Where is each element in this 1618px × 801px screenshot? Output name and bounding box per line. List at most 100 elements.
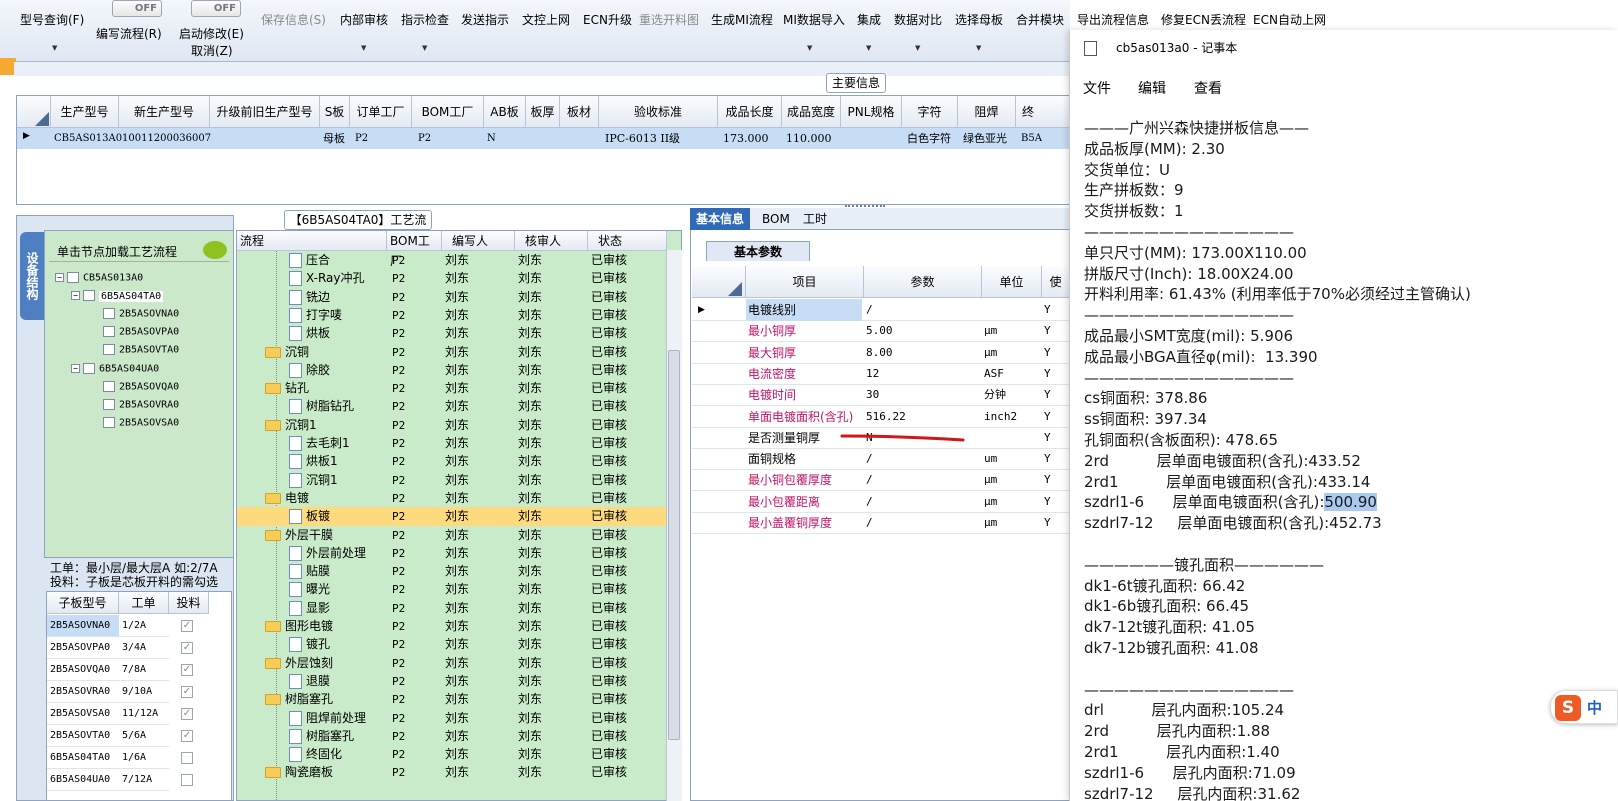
process-row[interactable]: 去毛刺1 P2 刘东 刘东 已审核	[237, 434, 681, 453]
col-thickness[interactable]: 板厚	[526, 96, 560, 128]
sub-row-order[interactable]: 1/2A	[119, 615, 169, 637]
notepad-text-area[interactable]: ———广州兴森快捷拼板信息—— 成品板厚(MM): 2.30 交货单位：U 生产…	[1084, 118, 1471, 801]
tree-node[interactable]: 2B5ASOVTA0	[103, 344, 179, 356]
process-row[interactable]: 树脂塞孔 P2 刘东 刘东 已审核	[237, 727, 681, 746]
tree-node[interactable]: −6B5AS04TA0	[71, 290, 164, 302]
ecn-auto-online-button[interactable]: ECN自动上网	[1253, 11, 1326, 28]
sub-row-model[interactable]: 2B5ASOVPA0	[47, 637, 119, 659]
param-row[interactable]: 最大铜厚 8.00 μm Y	[692, 342, 1070, 364]
chevron-down-icon[interactable]: ▼	[52, 44, 57, 52]
generate-mi-flow-button[interactable]: 生成MI流程	[711, 11, 773, 28]
process-row[interactable]: 烘板 P2 刘东 刘东 已审核	[237, 324, 681, 343]
tree-node[interactable]: − CB5AS013A0	[55, 272, 143, 284]
param-value[interactable]: N	[864, 427, 980, 449]
internal-review-button[interactable]: 内部审核	[340, 11, 388, 28]
col-item[interactable]: 项目	[746, 266, 864, 298]
process-row[interactable]: 电镀 P2 刘东 刘东 已审核	[237, 489, 681, 508]
param-value[interactable]: 12	[864, 363, 980, 385]
sub-row-order[interactable]: 5/6A	[119, 725, 169, 747]
fix-ecn-flow-button[interactable]: 修复ECN丢流程	[1161, 11, 1246, 28]
doc-control-online-button[interactable]: 文控上网	[522, 11, 570, 28]
param-value[interactable]: 30	[864, 384, 980, 406]
param-value[interactable]: /	[864, 299, 980, 321]
send-instruction-button[interactable]: 发送指示	[461, 11, 509, 28]
process-row[interactable]: 外层干膜 P2 刘东 刘东 已审核	[237, 526, 681, 545]
process-row[interactable]: 钻孔 P2 刘东 刘东 已审核	[237, 379, 681, 398]
param-row[interactable]: 最小铜包覆厚度 / μm Y	[692, 469, 1070, 492]
col-new-model[interactable]: 新生产型号	[119, 96, 210, 128]
tree-node[interactable]: 2B5ASOVPA0	[103, 326, 179, 338]
process-row[interactable]: 沉铜1 P2 刘东 刘东 已审核	[237, 471, 681, 490]
col-solder-mask[interactable]: 阻焊	[958, 96, 1016, 128]
param-row[interactable]: 电镀时间 30 分钟 Y	[692, 384, 1070, 407]
process-row[interactable]: 外层蚀刻 P2 刘东 刘东 已审核	[237, 654, 681, 673]
col-use[interactable]: 使	[1042, 266, 1070, 298]
process-row[interactable]: 阻焊前处理 P2 刘东 刘东 已审核	[237, 709, 681, 728]
param-row[interactable]: 面铜规格 / um Y	[692, 448, 1070, 471]
tree-node[interactable]: 2B5ASOVRA0	[103, 399, 179, 411]
process-row[interactable]: 终固化 P2 刘东 刘东 已审核	[237, 745, 681, 764]
mi-data-import-button[interactable]: MI数据导入	[783, 11, 845, 28]
feed-checkbox[interactable]: ✓	[181, 708, 193, 720]
process-row[interactable]: 沉铜 P2 刘东 刘东 已审核	[237, 343, 681, 362]
param-row[interactable]: 最小铜厚 5.00 μm Y	[692, 320, 1070, 343]
sub-row-order[interactable]: 7/8A	[119, 659, 169, 681]
process-row[interactable]: 树脂塞孔 P2 刘东 刘东 已审核	[237, 690, 681, 709]
process-row[interactable]: 外层前处理 P2 刘东 刘东 已审核	[237, 544, 681, 563]
process-row[interactable]: 曝光 P2 刘东 刘东 已审核	[237, 580, 681, 599]
sub-row-order[interactable]: 1/6A	[119, 747, 169, 769]
param-value[interactable]: 5.00	[864, 320, 980, 342]
merge-module-button[interactable]: 合并模块	[1016, 11, 1064, 28]
col-status[interactable]: 状态	[588, 231, 667, 251]
process-row[interactable]: 贴膜 P2 刘东 刘东 已审核	[237, 562, 681, 581]
col-length[interactable]: 成品长度	[718, 96, 782, 128]
integrate-button[interactable]: 集成	[857, 11, 881, 28]
tab-labor-hours[interactable]: 工时	[797, 208, 833, 230]
model-query-button[interactable]: 型号查询(F)	[20, 11, 84, 28]
process-row[interactable]: 镀孔 P2 刘东 刘东 已审核	[237, 635, 681, 654]
col-param[interactable]: 参数	[864, 266, 982, 298]
chevron-down-icon[interactable]: ▼	[976, 44, 981, 52]
tree-node[interactable]: 2B5ASOVQA0	[103, 381, 179, 393]
col-material[interactable]: 板材	[560, 96, 599, 128]
chevron-down-icon[interactable]: ▼	[915, 44, 920, 52]
process-row[interactable]: 铣边 P2 刘东 刘东 已审核	[237, 288, 681, 307]
feed-checkbox[interactable]	[181, 774, 193, 786]
col-char[interactable]: 字符	[902, 96, 958, 128]
process-row[interactable]: 退膜 P2 刘东 刘东 已审核	[237, 672, 681, 691]
tree-node[interactable]: 2B5ASOVSA0	[103, 417, 179, 429]
process-row[interactable]: 树脂钻孔 P2 刘东 刘东 已审核	[237, 397, 681, 416]
param-value[interactable]: 8.00	[864, 342, 980, 364]
tab-basic-info[interactable]: 基本信息	[690, 208, 751, 230]
feed-checkbox[interactable]: ✓	[181, 642, 193, 654]
save-info-button[interactable]: 保存信息(S)	[261, 11, 326, 28]
sub-row-model[interactable]: 2B5ASOVRA0	[47, 681, 119, 703]
param-value[interactable]: /	[864, 469, 980, 491]
col-production-model[interactable]: 生产型号	[51, 96, 119, 128]
process-row[interactable]: 打字唛 P2 刘东 刘东 已审核	[237, 306, 681, 325]
menu-view[interactable]: 查看	[1194, 78, 1222, 98]
export-flow-info-button[interactable]: 导出流程信息	[1077, 11, 1149, 28]
param-value[interactable]: /	[864, 448, 980, 470]
col-feed[interactable]: 投料	[169, 592, 209, 614]
feed-checkbox[interactable]: ✓	[181, 620, 193, 632]
reselect-cut-drawing-button[interactable]: 重选开料图	[639, 11, 699, 28]
param-row[interactable]: 最小包覆距离 / μm Y	[692, 491, 1070, 513]
tree-node[interactable]: −6B5AS04UA0	[71, 363, 159, 375]
sub-row-model[interactable]: 2B5ASOVSA0	[47, 703, 119, 725]
col-writer[interactable]: 编写人	[442, 231, 515, 251]
sub-row-model[interactable]: 2B5ASOVQA0	[47, 659, 119, 681]
feed-checkbox[interactable]	[181, 752, 193, 764]
start-modify-toggle[interactable]: OFF	[191, 0, 241, 17]
tab-basic-params[interactable]: 基本参数	[706, 241, 810, 261]
data-compare-button[interactable]: 数据对比	[894, 11, 942, 28]
param-value[interactable]: /	[864, 512, 980, 534]
col-pnl-spec[interactable]: PNL规格	[841, 96, 902, 128]
write-flow-toggle[interactable]: OFF	[112, 0, 162, 17]
param-value[interactable]: /	[864, 491, 980, 513]
col-reviewer[interactable]: 核审人	[515, 231, 588, 251]
cancel-modify-button[interactable]: 取消(Z)	[191, 42, 233, 59]
col-order-factory[interactable]: 订单工厂	[350, 96, 412, 128]
col-width[interactable]: 成品宽度	[782, 96, 841, 128]
process-row[interactable]: 沉铜1 P2 刘东 刘东 已审核	[237, 416, 681, 435]
